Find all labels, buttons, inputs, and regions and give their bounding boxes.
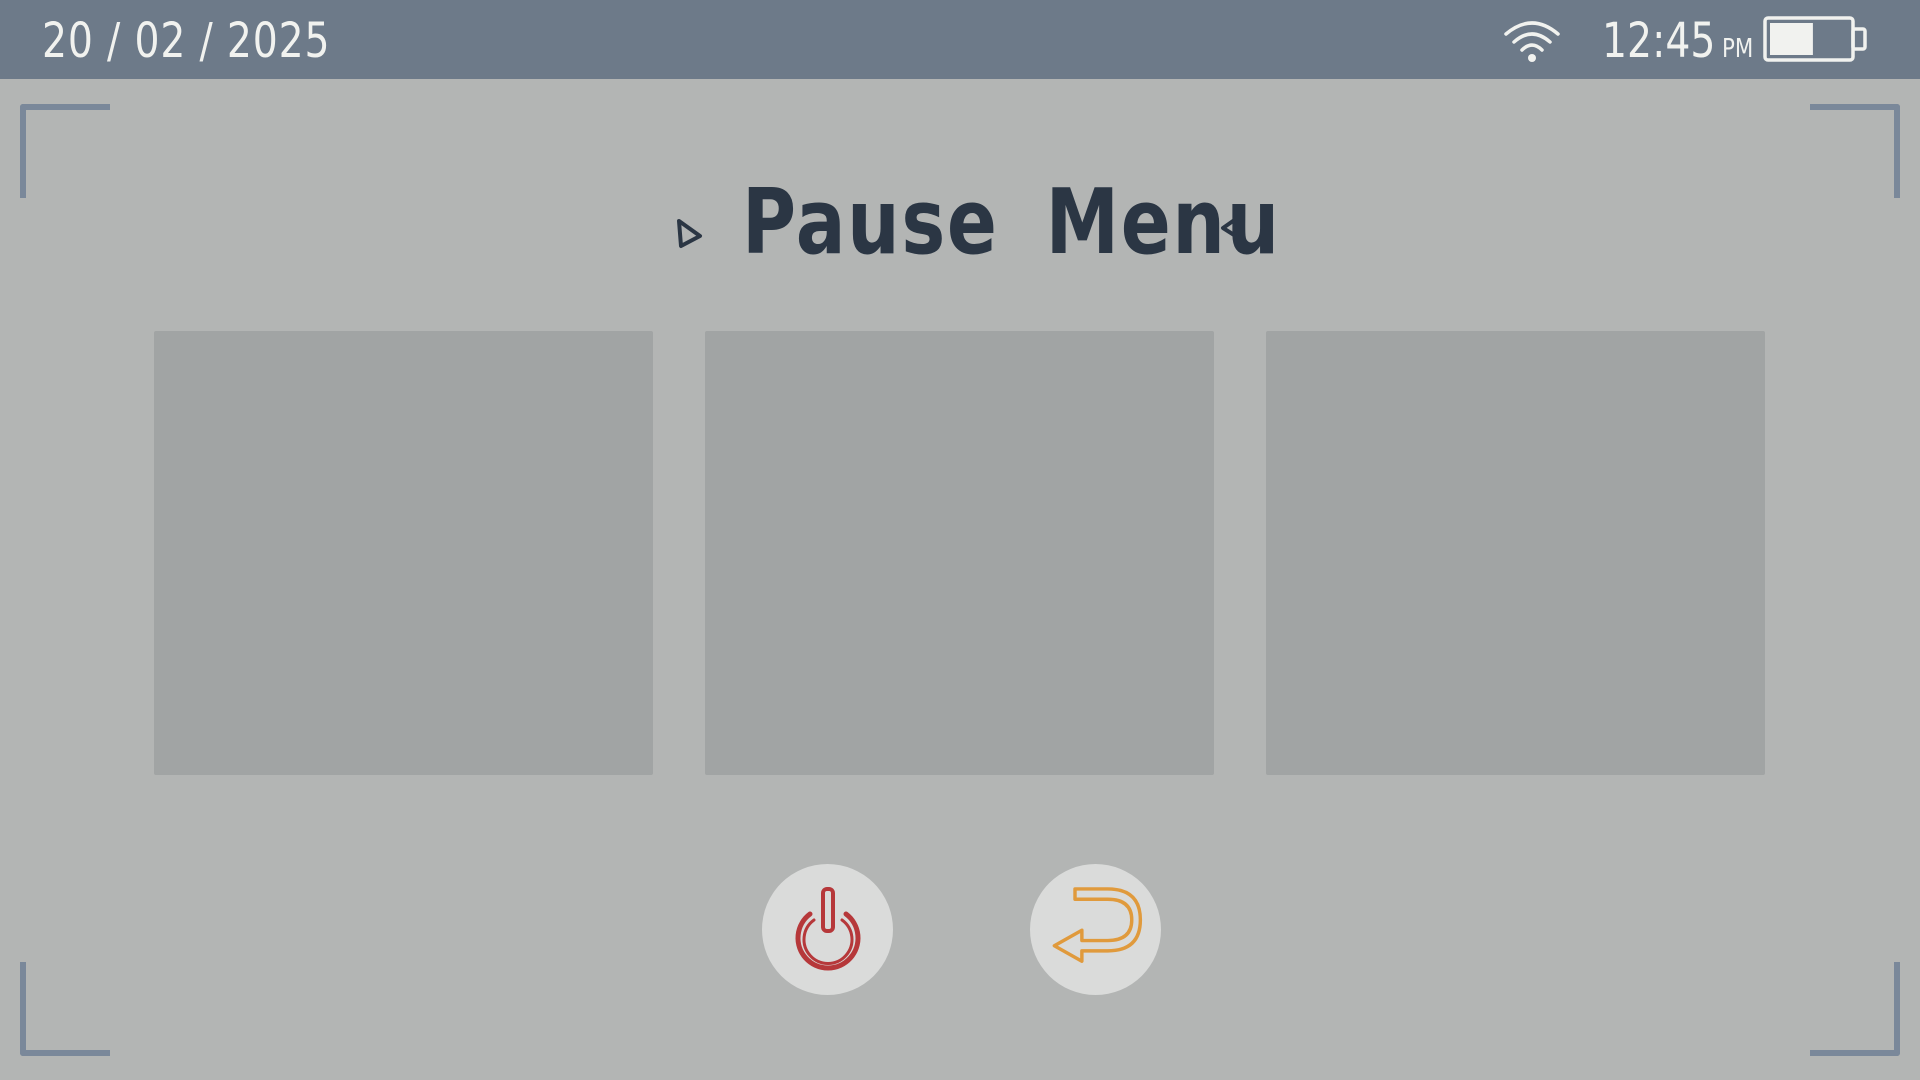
- menu-title: Pause Menu: [742, 170, 1281, 275]
- pause-menu-screen: 20 / 02 / 2025 12:45 PM Pause Menu: [0, 0, 1920, 1080]
- status-date: 20 / 02 / 2025: [42, 13, 331, 69]
- menu-title-group: Pause Menu: [660, 168, 1279, 278]
- wifi-icon: [1504, 21, 1560, 62]
- menu-panel-2[interactable]: [705, 331, 1214, 775]
- battery-icon: [1763, 16, 1867, 62]
- triangle-right-icon: [677, 219, 702, 248]
- back-arrow-icon: [1052, 887, 1143, 963]
- corner-bracket-bottom-right: [1810, 962, 1900, 1056]
- power-icon: [795, 887, 861, 971]
- power-button[interactable]: [762, 864, 893, 995]
- clock-time: 12:45: [1602, 13, 1716, 69]
- clock-ampm: PM: [1721, 34, 1754, 64]
- menu-panel-3[interactable]: [1266, 331, 1765, 775]
- battery-fill: [1770, 23, 1813, 55]
- status-clock: 12:45 PM: [1602, 12, 1753, 70]
- corner-bracket-top-left: [20, 104, 110, 198]
- corner-bracket-bottom-left: [20, 962, 110, 1056]
- triangle-left-icon: [1221, 212, 1245, 242]
- corner-bracket-top-right: [1810, 104, 1900, 198]
- menu-panel-1[interactable]: [154, 331, 653, 775]
- back-button[interactable]: [1030, 864, 1161, 995]
- status-bar: 20 / 02 / 2025 12:45 PM: [0, 0, 1920, 79]
